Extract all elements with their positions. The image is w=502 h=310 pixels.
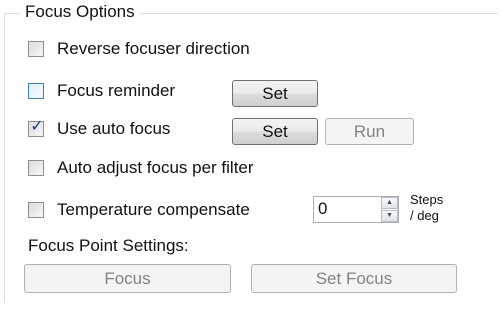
checkmark-icon: ✓ — [30, 118, 44, 135]
spin-up-icon[interactable]: ▲ — [381, 197, 398, 209]
focus-point-settings-label: Focus Point Settings: — [28, 236, 189, 255]
focus-reminder-label[interactable]: Focus reminder — [57, 81, 175, 101]
auto-adjust-focus-checkbox-row[interactable]: Auto adjust focus per filter — [28, 155, 254, 181]
temperature-compensate-checkbox-row[interactable]: Temperature compensate — [28, 197, 250, 223]
spinner-buttons: ▲ ▼ — [381, 197, 398, 222]
units-line-2: / deg — [410, 208, 439, 223]
focus-reminder-checkbox[interactable] — [28, 83, 44, 99]
auto-adjust-focus-label[interactable]: Auto adjust focus per filter — [57, 158, 254, 178]
temperature-compensate-label[interactable]: Temperature compensate — [57, 200, 250, 220]
units-line-1: Steps — [410, 192, 444, 207]
set-focus-button[interactable]: Set Focus — [251, 264, 457, 293]
focus-button[interactable]: Focus — [24, 264, 231, 293]
steps-per-degree-units: Steps / deg — [410, 192, 460, 224]
reverse-focuser-label[interactable]: Reverse focuser direction — [57, 39, 250, 59]
steps-per-degree-value[interactable]: 0 — [318, 199, 327, 219]
auto-adjust-focus-checkbox[interactable] — [28, 160, 44, 176]
auto-focus-set-button[interactable]: Set — [232, 118, 318, 145]
use-auto-focus-label[interactable]: Use auto focus — [57, 119, 170, 139]
use-auto-focus-checkbox-row[interactable]: ✓ Use auto focus — [28, 116, 170, 142]
spin-down-icon[interactable]: ▼ — [381, 210, 398, 222]
use-auto-focus-checkbox[interactable]: ✓ — [28, 118, 44, 137]
auto-focus-run-button[interactable]: Run — [325, 118, 414, 145]
reverse-focuser-checkbox-row[interactable]: Reverse focuser direction — [28, 36, 250, 62]
focus-reminder-set-button[interactable]: Set — [232, 80, 318, 107]
steps-per-degree-spinner[interactable]: 0 ▲ ▼ — [313, 196, 399, 223]
temperature-compensate-checkbox[interactable] — [28, 202, 44, 218]
group-title: Focus Options — [20, 2, 140, 22]
focus-reminder-checkbox-row[interactable]: Focus reminder — [28, 78, 175, 104]
reverse-focuser-checkbox[interactable] — [28, 41, 44, 57]
